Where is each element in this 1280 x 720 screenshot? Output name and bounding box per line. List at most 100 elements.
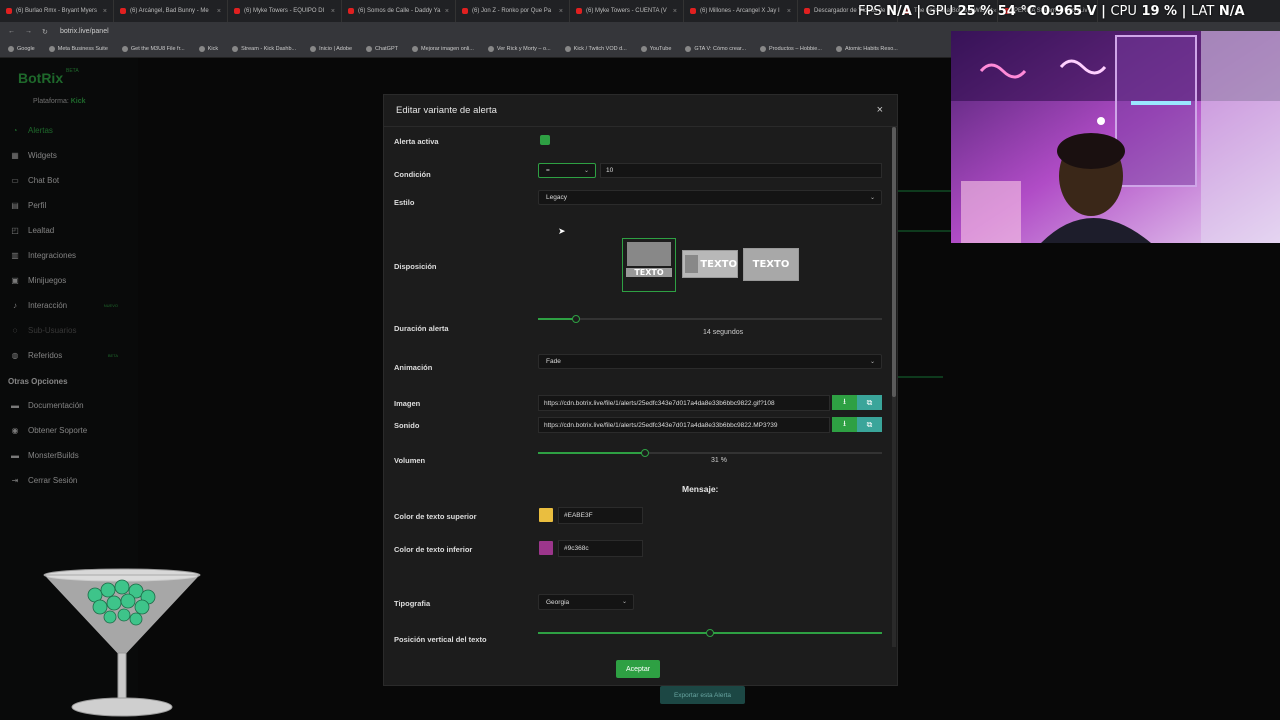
bookmark-item[interactable]: ChatGPT	[366, 46, 398, 52]
sound-url-input[interactable]: https://cdn.botrix.live/file/1/alerts/25…	[538, 417, 830, 433]
reload-icon[interactable]: ↻	[42, 28, 48, 36]
tab-title: (6) Jon Z - Ronko por Que Pa	[472, 8, 552, 14]
animation-value: Fade	[546, 358, 561, 365]
bookmark-item[interactable]: Atomic Habits Reso...	[835, 46, 898, 52]
condition-value-input[interactable]: 10	[600, 163, 882, 178]
bottom-color-input[interactable]: #9c368c	[558, 540, 643, 557]
forward-icon[interactable]: →	[25, 28, 32, 36]
layout-label: Disposición	[394, 262, 437, 271]
edit-alert-variant-modal: Editar variante de alerta × Alerta activ…	[383, 94, 898, 686]
close-icon[interactable]: ×	[673, 8, 677, 15]
layout-option-side[interactable]: TEXTO	[682, 250, 738, 278]
bookmark-item[interactable]: YouTube	[640, 46, 671, 52]
performance-overlay: FPS N/A | GPU 25 % 54 °C 0.965 V | CPU 1…	[858, 4, 1245, 19]
duration-label: Duración alerta	[394, 324, 449, 333]
animation-select[interactable]: Fade ⌄	[538, 354, 882, 369]
close-icon[interactable]: ×	[559, 8, 563, 15]
bookmark-item[interactable]: Stream - Kick Dashb...	[232, 46, 296, 52]
browser-tab[interactable]: (6) Myke Towers - EQUIPO DI ×	[228, 0, 342, 22]
url-text[interactable]: botrix.live/panel	[60, 28, 109, 35]
browser-tab[interactable]: (6) Jon Z - Ronko por Que Pa ×	[456, 0, 570, 22]
upload-icon[interactable]: ⭳	[832, 417, 857, 432]
font-select[interactable]: Georgia ⌄	[538, 594, 634, 610]
fps-label: FPS	[858, 4, 882, 19]
close-icon[interactable]: ×	[787, 8, 791, 15]
image-url-input[interactable]: https://cdn.botrix.live/file/1/alerts/25…	[538, 395, 830, 411]
webcam-overlay	[951, 31, 1280, 243]
layout-option-overlay[interactable]: TEXTO	[743, 248, 799, 281]
layout-text: TEXTO	[700, 258, 737, 270]
bookmark-favicon-icon	[8, 46, 14, 52]
condition-operator-value: =	[546, 167, 550, 174]
bookmark-item[interactable]: Meta Business Suite	[48, 46, 108, 52]
bookmark-item[interactable]: Google	[8, 46, 35, 52]
close-icon[interactable]: ×	[217, 8, 221, 15]
bookmark-item[interactable]: Kick	[198, 46, 218, 52]
top-color-swatch[interactable]	[539, 508, 553, 522]
volume-slider-knob[interactable]	[640, 449, 649, 457]
font-value: Georgia	[546, 598, 570, 606]
mouse-cursor-icon: ➤	[558, 226, 566, 236]
gpu-value: 25 % 54 °C 0.965 V	[957, 4, 1097, 19]
bottom-color-label: Color de texto inferior	[394, 545, 473, 554]
bookmark-item[interactable]: Inicio | Adobe	[310, 46, 352, 52]
webcam-feed	[951, 31, 1280, 243]
bottom-color-swatch[interactable]	[539, 541, 553, 555]
condition-operator-select[interactable]: = ⌄	[538, 163, 596, 178]
top-color-input[interactable]: #EABE3F	[558, 507, 643, 524]
animation-label: Animación	[394, 363, 433, 372]
accept-button[interactable]: Aceptar	[616, 660, 660, 678]
scrollbar-thumb[interactable]	[892, 127, 896, 397]
close-icon[interactable]: ×	[103, 8, 107, 15]
close-icon[interactable]: ×	[331, 8, 335, 15]
tab-favicon-icon	[462, 8, 468, 14]
browser-tab[interactable]: (6) Myke Towers - CUENTA (V ×	[570, 0, 684, 22]
modal-scrollbar[interactable]	[892, 127, 896, 647]
bookmark-label: Get the M3U8 File fr...	[130, 46, 185, 52]
bookmark-item[interactable]: Mejorar imagen onli...	[411, 46, 474, 52]
volume-slider-fill	[538, 452, 645, 454]
duration-readout: 14 segundos	[703, 329, 743, 336]
active-label: Alerta activa	[394, 137, 439, 146]
martini-glass-icon	[43, 568, 201, 717]
bookmark-favicon-icon	[232, 46, 239, 52]
cpu-value: 19 %	[1141, 4, 1178, 19]
browser-tab[interactable]: (6) Arcángel, Bad Bunny - Me ×	[114, 0, 228, 22]
bookmark-item[interactable]: Productos – Hobbie...	[760, 46, 822, 52]
vertical-position-slider[interactable]	[538, 629, 882, 637]
layout-option-stacked[interactable]: TEXTO	[622, 238, 676, 292]
volume-slider[interactable]	[538, 449, 882, 457]
vertical-position-slider-knob[interactable]	[706, 629, 714, 637]
bookmark-favicon-icon	[685, 46, 692, 52]
bookmark-item[interactable]: Get the M3U8 File fr...	[121, 46, 185, 52]
bookmark-favicon-icon	[640, 46, 647, 52]
browser-tab[interactable]: (6) Somos de Calle - Daddy Ya ×	[342, 0, 456, 22]
bookmark-favicon-icon	[835, 46, 842, 52]
close-icon[interactable]: ×	[445, 8, 449, 15]
back-icon[interactable]: ←	[8, 28, 15, 36]
chevron-down-icon: ⌄	[583, 168, 589, 174]
export-alert-button[interactable]: Exportar esta Alerta	[660, 686, 745, 704]
browser-tab[interactable]: (6) Burlao Rmx - Bryant Myers ×	[0, 0, 114, 22]
layout-text: TEXTO	[752, 259, 790, 270]
gallery-icon[interactable]: ⧉	[857, 417, 882, 432]
bookmark-item[interactable]: GTA V: Cómo crear...	[685, 46, 746, 52]
close-icon[interactable]: ×	[877, 104, 883, 116]
bookmark-label: ChatGPT	[375, 46, 398, 52]
style-select[interactable]: Legacy ⌄	[538, 190, 882, 205]
upload-icon[interactable]: ⭳	[832, 395, 857, 410]
duration-slider-knob[interactable]	[571, 315, 580, 323]
active-checkbox[interactable]	[540, 135, 550, 145]
tab-title: (6) Burlao Rmx - Bryant Myers	[16, 8, 98, 14]
tab-favicon-icon	[6, 8, 12, 14]
browser-tab[interactable]: (6) Millones - Arcangel X Jay I ×	[684, 0, 798, 22]
image-label: Imagen	[394, 399, 421, 408]
bookmark-item[interactable]: Ver Rick y Morty – o...	[487, 46, 551, 52]
bookmark-label: GTA V: Cómo crear...	[694, 46, 747, 52]
gallery-icon[interactable]: ⧉	[857, 395, 882, 410]
tab-title: (6) Somos de Calle - Daddy Ya	[358, 8, 441, 14]
duration-slider[interactable]	[538, 315, 882, 323]
image-placeholder-icon	[627, 242, 671, 266]
duration-unit: segundos	[712, 329, 744, 336]
bookmark-item[interactable]: Kick / Twitch VOD d...	[564, 46, 627, 52]
